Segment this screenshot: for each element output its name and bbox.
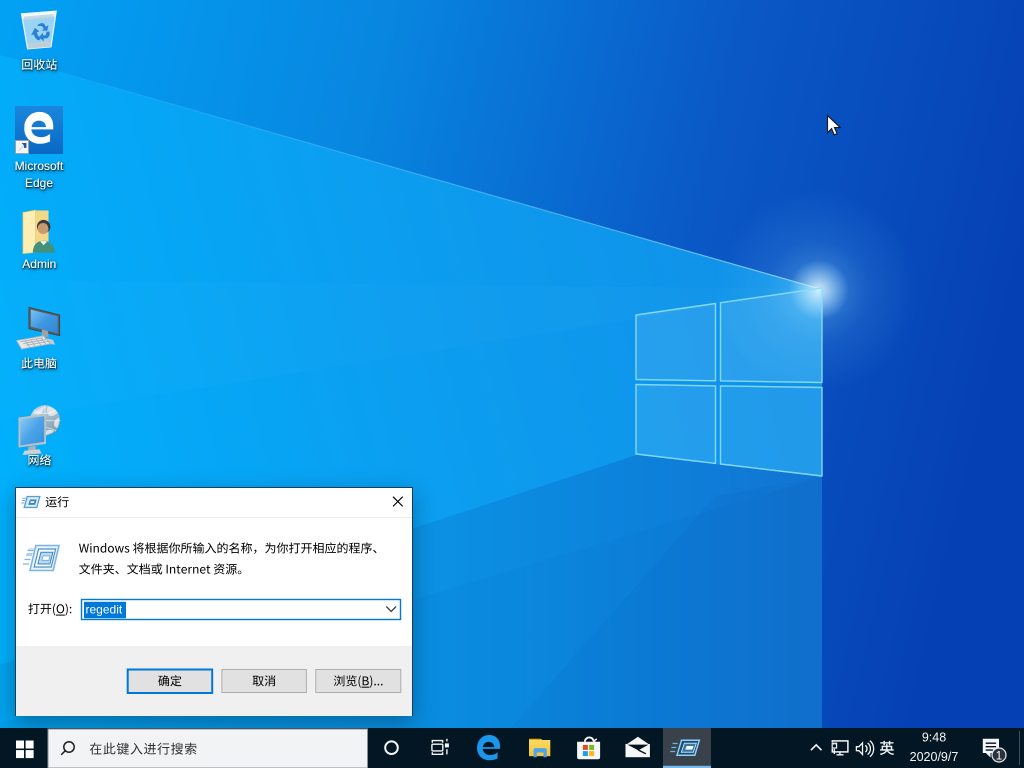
svg-text:2020/9/7: 2020/9/7 [910,750,959,764]
svg-text:1: 1 [996,750,1002,762]
svg-text:Admin: Admin [22,257,56,271]
svg-text:Edge: Edge [25,176,53,190]
svg-text:9:48: 9:48 [922,731,946,745]
svg-text:Microsoft: Microsoft [15,159,64,173]
svg-text:regedit: regedit [86,602,123,616]
